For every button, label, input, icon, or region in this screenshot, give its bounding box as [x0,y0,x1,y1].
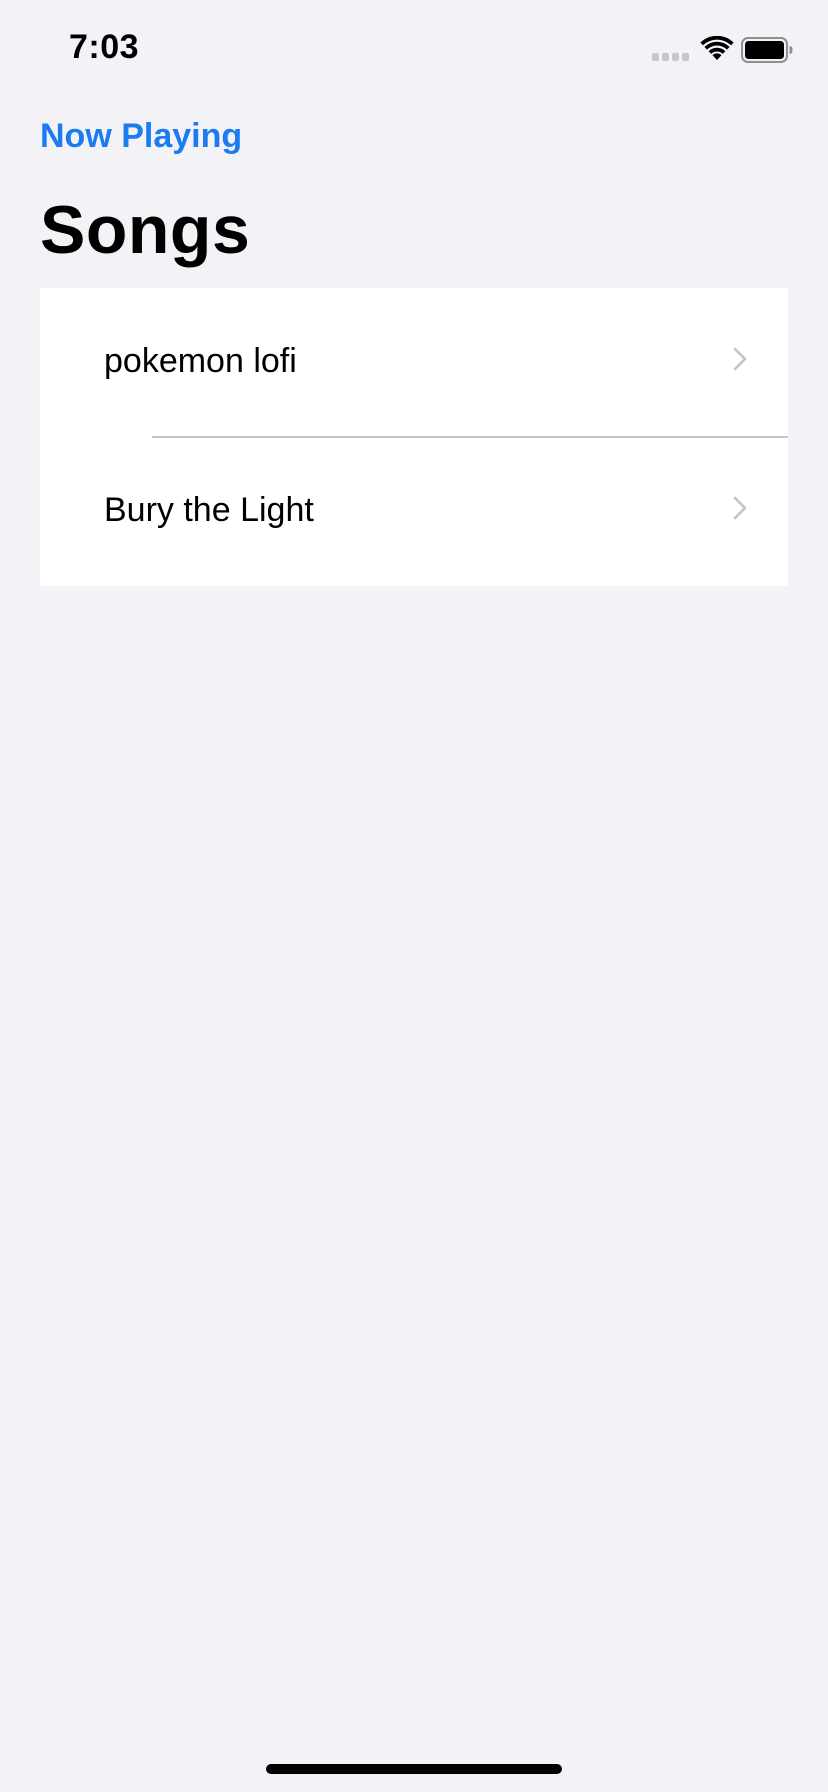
song-title: pokemon lofi [104,342,297,380]
status-bar: 7:03 [0,0,828,100]
status-time: 7:03 [69,28,140,66]
home-indicator[interactable] [266,1764,562,1774]
page-title: Songs [40,192,251,268]
song-title: Bury the Light [104,491,314,529]
song-list: pokemon lofi Bury the Light [40,288,788,586]
chevron-right-icon [733,347,747,371]
song-row-pokemon-lofi[interactable]: pokemon lofi [40,288,788,437]
battery-icon [741,37,793,63]
wifi-icon [700,36,734,60]
now-playing-back-button[interactable]: Now Playing [40,117,242,156]
cellular-signal-icon [652,53,690,63]
song-row-bury-the-light[interactable]: Bury the Light [40,437,788,586]
chevron-right-icon [733,496,747,520]
